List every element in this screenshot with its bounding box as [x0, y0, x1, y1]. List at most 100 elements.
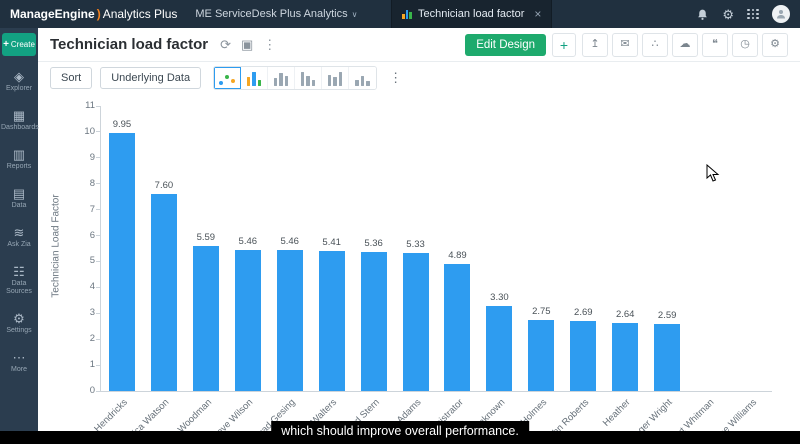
- tab-close-icon[interactable]: ×: [534, 7, 541, 21]
- y-tick-label: 8: [69, 178, 100, 188]
- apps-grid-icon[interactable]: [747, 8, 759, 20]
- bar[interactable]: 2.64: [612, 309, 639, 391]
- bar-value-label: 5.59: [196, 232, 216, 244]
- bar-slot: 5.46 Steve Wilson: [209, 106, 269, 444]
- report-tab[interactable]: Technician load factor ×: [391, 0, 553, 28]
- report-header: Technician load factor ⟳ ▣ ⋮ Edit Design…: [38, 28, 800, 62]
- bar-value-label: 2.69: [574, 307, 593, 319]
- plot-area: 0 1 2 3 4 5 6 7 8 9 10 11 9.95 Lynn Hendricks 7.60 Fred…: [76, 101, 772, 444]
- y-tick-label: 2: [69, 334, 100, 343]
- sidebar-item-data[interactable]: ▤ Data: [0, 181, 38, 216]
- sidebar-item-dashboards[interactable]: ▦ Dashboards: [0, 103, 39, 138]
- workspace-selector[interactable]: ME ServiceDesk Plus Analytics ∨: [195, 8, 357, 20]
- x-axis-label: Heather: [601, 397, 633, 429]
- bar[interactable]: 3.30: [486, 292, 513, 391]
- report-settings-icon[interactable]: ⚙: [762, 32, 788, 57]
- sidebar-item-explorer[interactable]: ◈ Explorer: [0, 64, 38, 99]
- sort-button[interactable]: Sort: [50, 67, 93, 89]
- bar[interactable]: 2.59: [654, 310, 681, 391]
- more-icon: ⋯: [12, 350, 26, 366]
- bar[interactable]: 9.95: [108, 119, 135, 391]
- sidebar-item-label: Data Sources: [6, 280, 32, 296]
- stacked-chart-icon[interactable]: [322, 67, 350, 89]
- ask-zia-icon: ≋: [13, 225, 25, 241]
- bar-slot: 2.75 Ed Holmes: [508, 106, 562, 438]
- y-tick-label: 7: [69, 204, 100, 214]
- create-button-label: Create: [10, 40, 35, 49]
- sidebar-item-label: Reports: [6, 163, 32, 171]
- brand-logo: ManageEngine ) Analytics Plus: [10, 7, 177, 21]
- column-chart-icon[interactable]: [268, 67, 296, 89]
- email-icon[interactable]: ✉: [612, 32, 638, 57]
- topbar: ManageEngine ) Analytics Plus ME Service…: [0, 0, 800, 28]
- column-descending-chart-icon[interactable]: [295, 67, 323, 89]
- add-button[interactable]: +: [552, 32, 576, 57]
- notifications-bell-icon[interactable]: [696, 8, 709, 21]
- settings-gear-icon[interactable]: ⚙: [722, 8, 734, 21]
- workspace-name: ME ServiceDesk Plus Analytics: [195, 8, 348, 20]
- bar[interactable]: 5.46: [234, 236, 261, 391]
- bar-slot: 3.30 Unknown: [471, 106, 520, 433]
- y-tick-label: 9: [69, 153, 100, 162]
- bar-value-label: 2.59: [657, 309, 677, 321]
- bar-value-label: 5.41: [322, 236, 341, 248]
- brand-product-name: Analytics Plus: [102, 7, 178, 21]
- tab-chart-icon: [402, 9, 412, 19]
- save-icon[interactable]: ▣: [241, 38, 253, 51]
- sidebar-item-ask-zia[interactable]: ≋ Ask Zia: [0, 220, 38, 255]
- scatter-chart-icon[interactable]: [214, 67, 242, 89]
- tab-label: Technician load factor: [417, 8, 525, 20]
- schedule-icon[interactable]: ◷: [732, 32, 758, 57]
- bar-slot: 2.69 John Roberts: [543, 106, 604, 444]
- bar-chart-colored-icon[interactable]: [241, 67, 269, 89]
- bar[interactable]: 5.59: [192, 232, 219, 391]
- bar-value-label: 2.75: [532, 305, 551, 317]
- publish-cloud-icon[interactable]: ☁: [672, 32, 698, 57]
- bar[interactable]: 7.60: [150, 180, 177, 391]
- bar-slot: 2.59 Roger Wright: [628, 106, 688, 444]
- bar-slot: 4.89administrator: [419, 106, 479, 444]
- bar[interactable]: 5.41: [318, 237, 345, 391]
- edit-design-button[interactable]: Edit Design: [465, 33, 546, 56]
- share-icon[interactable]: ∴: [642, 32, 668, 57]
- refresh-icon[interactable]: ⟳: [220, 38, 231, 51]
- funnel-chart-icon[interactable]: [349, 67, 377, 89]
- bar-value-label: 5.36: [364, 238, 383, 250]
- comment-icon[interactable]: ❝: [702, 32, 728, 57]
- y-tick-label: 4: [69, 282, 100, 292]
- bar[interactable]: 5.46: [276, 236, 303, 391]
- sidebar-item-data-sources[interactable]: ☷ Data Sources: [0, 259, 38, 302]
- bar[interactable]: 2.75: [528, 306, 555, 391]
- y-tick-label: 6: [69, 230, 100, 240]
- y-tick-label: 3: [69, 308, 100, 318]
- bar-slot: 7.60 Frederica Watson: [111, 106, 185, 444]
- video-caption: which should improve overall performance…: [271, 421, 529, 441]
- toolbar-more-icon[interactable]: ⋮: [385, 68, 406, 88]
- more-options-icon[interactable]: ⋮: [263, 38, 276, 51]
- sidebar-item-reports[interactable]: ▥ Reports: [0, 142, 38, 177]
- sidebar-item-label: Ask Zia: [7, 241, 31, 249]
- brand-swoosh-icon: ): [96, 7, 101, 21]
- sidebar-item-more[interactable]: ⋯ More: [0, 345, 38, 380]
- header-actions: ↥ ✉ ∴ ☁ ❝ ◷ ⚙: [582, 32, 788, 57]
- bar-slot: 5.46 Brad Gesing: [252, 106, 311, 442]
- bar-slot: 2.64 Heather: [601, 106, 646, 429]
- bar[interactable]: 4.89: [444, 250, 471, 391]
- underlying-data-button[interactable]: Underlying Data: [100, 67, 202, 89]
- plus-icon: +: [3, 39, 9, 50]
- sidebar-item-settings[interactable]: ⚙ Settings: [0, 306, 38, 341]
- create-button[interactable]: + Create: [2, 33, 36, 56]
- bar-slot: 5.41Bruce Walters: [290, 106, 353, 444]
- bar-slot: 5.33Shawn Adams: [373, 106, 437, 444]
- bar[interactable]: 5.33: [402, 239, 429, 391]
- data-sources-icon: ☷: [13, 264, 25, 280]
- user-avatar[interactable]: [772, 5, 790, 23]
- bar[interactable]: 2.69: [570, 307, 597, 391]
- export-icon[interactable]: ↥: [582, 32, 608, 57]
- bar[interactable]: 5.36: [360, 238, 387, 391]
- bar-slot: 9.95 Lynn Hendricks: [76, 106, 143, 444]
- settings-icon: ⚙: [13, 311, 25, 327]
- reports-icon: ▥: [12, 147, 26, 163]
- bar-value-label: 7.60: [154, 180, 174, 192]
- sidebar: + Create ◈ Explorer ▦ Dashboards ▥ Reports ▤ Da…: [0, 28, 39, 444]
